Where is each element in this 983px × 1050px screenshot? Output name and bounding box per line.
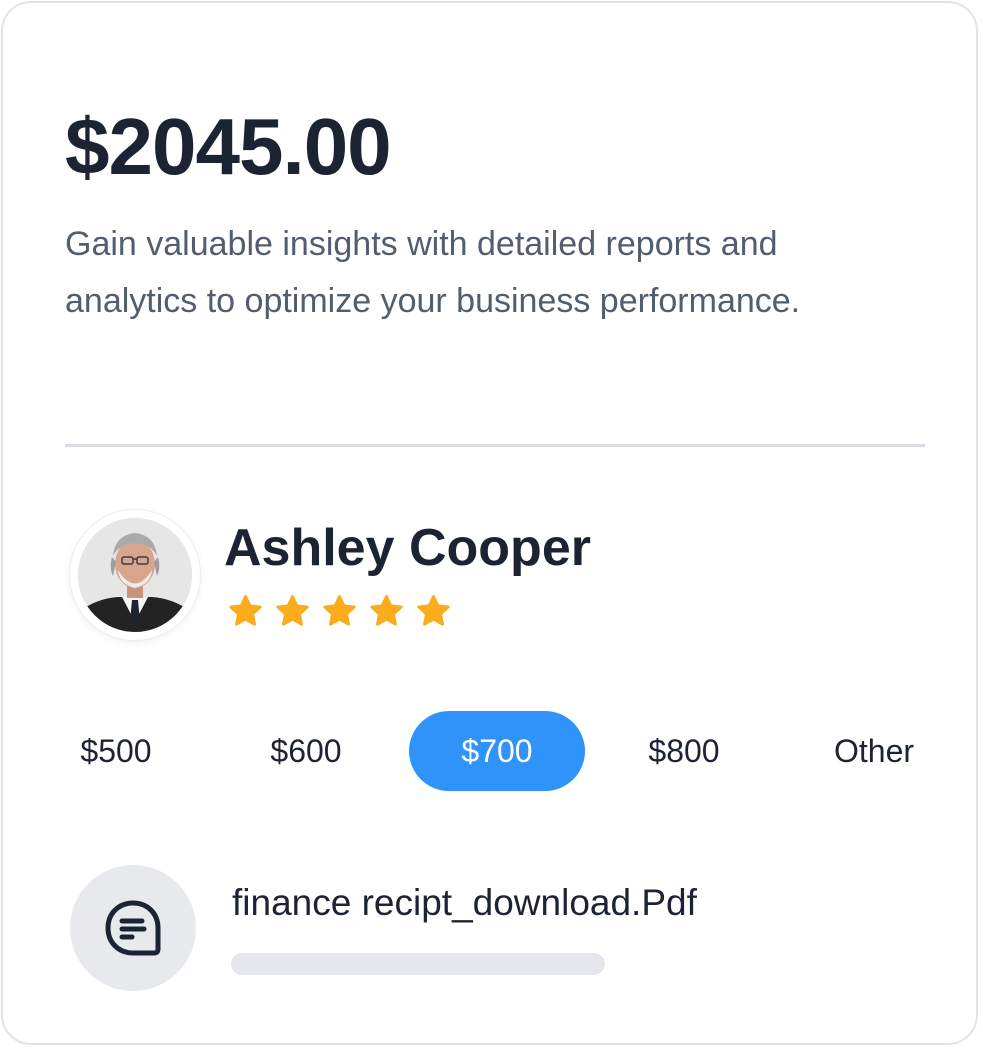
download-progress-bar — [231, 953, 605, 975]
amount-option-800[interactable]: $800 — [627, 711, 741, 791]
divider — [65, 444, 925, 447]
amount-option-600[interactable]: $600 — [249, 711, 363, 791]
amount-option-700[interactable]: $700 — [409, 711, 585, 791]
star-icon — [276, 595, 309, 626]
avatar — [70, 510, 200, 640]
star-icon — [417, 595, 450, 626]
card-description: Gain valuable insights with detailed rep… — [65, 225, 801, 320]
amount-options: $500 $600 $700 $800 Other — [59, 711, 931, 791]
payment-card: $2045.00 Gain valuable insights with det… — [1, 1, 978, 1045]
file-name: finance recipt_download.Pdf — [232, 882, 697, 923]
price-amount: $2045.00 — [65, 102, 392, 191]
user-photo-icon — [78, 518, 192, 632]
chat-document-icon — [105, 900, 161, 956]
amount-option-500[interactable]: $500 — [59, 711, 173, 791]
star-rating — [227, 593, 452, 633]
star-icon — [323, 595, 356, 626]
file-icon-badge — [70, 865, 196, 991]
amount-option-other[interactable]: Other — [815, 711, 933, 791]
star-icon — [229, 595, 262, 626]
star-icon — [370, 595, 403, 626]
profile-name: Ashley Cooper — [224, 519, 591, 577]
